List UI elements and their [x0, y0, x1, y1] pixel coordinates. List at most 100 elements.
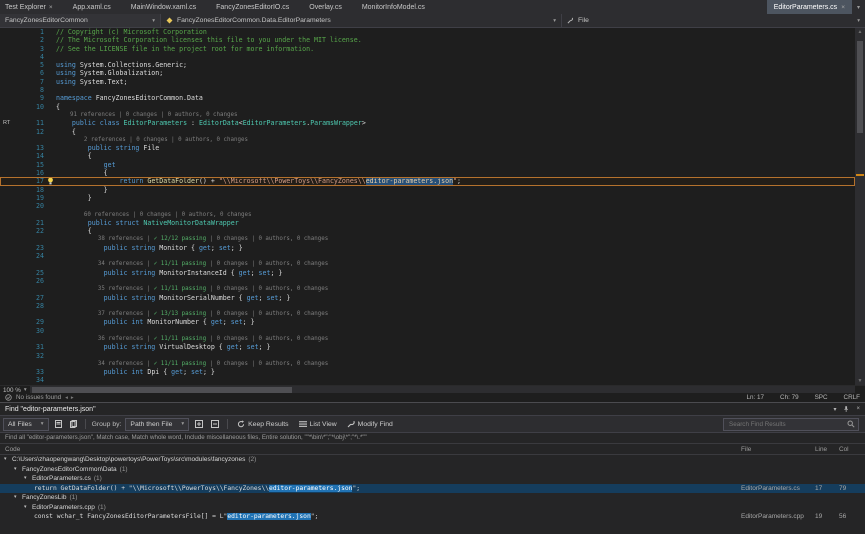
- find-group-row[interactable]: ▾C:\Users\zhaopengwang\Desktop\powertoys…: [0, 455, 865, 465]
- tab-list-chevron-icon[interactable]: ▾: [857, 4, 860, 11]
- scroll-down-arrow-icon[interactable]: ▼: [855, 377, 865, 385]
- codelens-row[interactable]: 34 references | ✓ 11/11 passing | 0 chan…: [0, 360, 855, 368]
- code-line[interactable]: 18 }: [0, 186, 855, 194]
- member-dropdown[interactable]: File ▾: [562, 14, 865, 27]
- find-group-row[interactable]: ▾EditorParameters.cpp(1): [0, 503, 865, 513]
- code-line[interactable]: 33 public int Dpi { get; set; }: [0, 368, 855, 376]
- code-line[interactable]: 2// The Microsoft Corporation licenses t…: [0, 36, 855, 44]
- find-group-row[interactable]: ▾FancyZonesLib(1): [0, 493, 865, 503]
- scroll-up-arrow-icon[interactable]: ▲: [855, 28, 865, 36]
- codelens-row[interactable]: 2 references | 0 changes | 0 authors, 0 …: [0, 136, 855, 144]
- code-line[interactable]: 6using System.Globalization;: [0, 69, 855, 77]
- find-panel-header[interactable]: Find "editor-parameters.json" ▾ ×: [0, 403, 865, 415]
- line-number: [27, 335, 44, 343]
- codelens-row[interactable]: 37 references | ✓ 13/13 passing | 0 chan…: [0, 310, 855, 318]
- code-line[interactable]: 16 {: [0, 169, 855, 177]
- status-space-mode[interactable]: SPC: [815, 394, 828, 401]
- codelens-row[interactable]: 91 references | 0 changes | 0 authors, 0…: [0, 111, 855, 119]
- expand-arrow-icon[interactable]: ▾: [14, 493, 22, 503]
- code-line[interactable]: 10{: [0, 103, 855, 111]
- code-line[interactable]: 17 return GetDataFolder() + "\\Microsoft…: [0, 177, 855, 185]
- code-line[interactable]: 30: [0, 327, 855, 335]
- expand-arrow-icon[interactable]: ▾: [14, 465, 22, 475]
- file-tab[interactable]: Test Explorer×: [0, 0, 58, 14]
- quick-actions-lightbulb-icon[interactable]: [44, 177, 56, 185]
- editor-vertical-scrollbar[interactable]: ▲ ▼: [855, 28, 865, 385]
- file-tab[interactable]: MonitorInfoModel.cs: [357, 0, 430, 14]
- code-line[interactable]: 26: [0, 277, 855, 285]
- find-result-row[interactable]: return GetDataFolder() + "\\Microsoft\\P…: [0, 484, 865, 494]
- column-header-col[interactable]: Col: [839, 446, 865, 453]
- open-file-icon[interactable]: [53, 420, 64, 428]
- collapse-all-icon[interactable]: [209, 420, 221, 428]
- modify-find-button[interactable]: Modify Find: [344, 418, 396, 430]
- code-line[interactable]: 3// See the LICENSE file in the project …: [0, 45, 855, 53]
- code-line[interactable]: 20: [0, 202, 855, 210]
- code-line[interactable]: 29 public int MonitorNumber { get; set; …: [0, 318, 855, 326]
- column-header-file[interactable]: File: [741, 446, 815, 453]
- copy-results-icon[interactable]: [68, 420, 79, 428]
- codelens-row[interactable]: 34 references | ✓ 11/11 passing | 0 chan…: [0, 260, 855, 268]
- code-line[interactable]: 24: [0, 252, 855, 260]
- group-by-dropdown[interactable]: Path then File ▾: [125, 418, 189, 431]
- expand-arrow-icon[interactable]: ▾: [24, 503, 32, 513]
- code-line[interactable]: 19 }: [0, 194, 855, 202]
- code-line[interactable]: 27 public string MonitorSerialNumber { g…: [0, 294, 855, 302]
- expand-arrow-icon[interactable]: ▾: [4, 455, 12, 465]
- code-line[interactable]: 12 {: [0, 128, 855, 136]
- scope-dropdown[interactable]: All Files ▾: [3, 418, 49, 431]
- codelens-row[interactable]: 38 references | ✓ 12/12 passing | 0 chan…: [0, 235, 855, 243]
- code-line[interactable]: 5using System.Collections.Generic;: [0, 61, 855, 69]
- group-label: EditorParameters.cs: [32, 474, 91, 484]
- status-line-ending[interactable]: CRLF: [844, 394, 860, 401]
- tab-close-icon[interactable]: ×: [841, 4, 845, 11]
- find-results-search[interactable]: [723, 418, 859, 431]
- code-line[interactable]: 21 public struct NativeMonitorDataWrappe…: [0, 219, 855, 227]
- code-line[interactable]: 31 public string VirtualDesktop { get; s…: [0, 343, 855, 351]
- code-line[interactable]: 32: [0, 352, 855, 360]
- pin-icon[interactable]: [843, 405, 849, 413]
- expand-arrow-icon[interactable]: ▾: [24, 474, 32, 484]
- codelens-row[interactable]: 60 references | 0 changes | 0 authors, 0…: [0, 211, 855, 219]
- code-line[interactable]: 8: [0, 86, 855, 94]
- active-file-tab[interactable]: EditorParameters.cs ×: [767, 0, 852, 14]
- type-dropdown[interactable]: FancyZonesEditorCommon.Data.EditorParame…: [161, 14, 562, 27]
- find-group-row[interactable]: ▾FancyZonesEditorCommon\Data(1): [0, 465, 865, 475]
- file-tab[interactable]: FancyZonesEditorIO.cs: [211, 0, 294, 14]
- find-group-row[interactable]: ▾EditorParameters.cs(1): [0, 474, 865, 484]
- find-result-row[interactable]: const wchar_t FancyZonesEditorParameters…: [0, 512, 865, 522]
- code-line[interactable]: 23 public string Monitor { get; set; }: [0, 244, 855, 252]
- code-line[interactable]: 22 {: [0, 227, 855, 235]
- code-line[interactable]: 9namespace FancyZonesEditorCommon.Data: [0, 94, 855, 102]
- codelens-row[interactable]: 36 references | ✓ 11/11 passing | 0 chan…: [0, 335, 855, 343]
- column-header-line[interactable]: Line: [815, 446, 839, 453]
- window-menu-chevron-icon[interactable]: ▾: [833, 406, 836, 413]
- list-view-button[interactable]: List View: [296, 418, 340, 430]
- project-dropdown[interactable]: FancyZonesEditorCommon ▾: [0, 14, 161, 27]
- code-line[interactable]: 14 {: [0, 152, 855, 160]
- code-line[interactable]: 7using System.Text;: [0, 78, 855, 86]
- scrollbar-thumb[interactable]: [857, 41, 863, 133]
- code-line[interactable]: 25 public string MonitorInstanceId { get…: [0, 269, 855, 277]
- code-line[interactable]: 4: [0, 53, 855, 61]
- search-input[interactable]: [727, 420, 847, 429]
- tab-close-icon[interactable]: ×: [49, 4, 53, 11]
- file-tab[interactable]: App.xaml.cs: [68, 0, 116, 14]
- prev-next-issue-icons[interactable]: ◂▸: [65, 395, 77, 401]
- close-icon[interactable]: ×: [856, 406, 860, 412]
- code-line[interactable]: 28: [0, 302, 855, 310]
- keep-results-button[interactable]: Keep Results: [234, 418, 291, 430]
- codelens-row[interactable]: 35 references | ✓ 11/11 passing | 0 chan…: [0, 285, 855, 293]
- code-line[interactable]: 34: [0, 376, 855, 384]
- code-editor[interactable]: 1// Copyright (c) Microsoft Corporation2…: [0, 28, 855, 385]
- code-line[interactable]: 13 public string File: [0, 144, 855, 152]
- glyph-margin: [44, 227, 56, 235]
- code-line[interactable]: 1// Copyright (c) Microsoft Corporation: [0, 28, 855, 36]
- health-indicator[interactable]: No issues found ◂▸: [5, 394, 77, 401]
- expand-all-icon[interactable]: [193, 420, 205, 428]
- column-header-code[interactable]: Code: [0, 446, 741, 453]
- file-tab[interactable]: Overlay.cs: [304, 0, 347, 14]
- code-line[interactable]: 15 get: [0, 161, 855, 169]
- code-line[interactable]: RT11 public class EditorParameters : Edi…: [0, 119, 855, 127]
- file-tab[interactable]: MainWindow.xaml.cs: [126, 0, 201, 14]
